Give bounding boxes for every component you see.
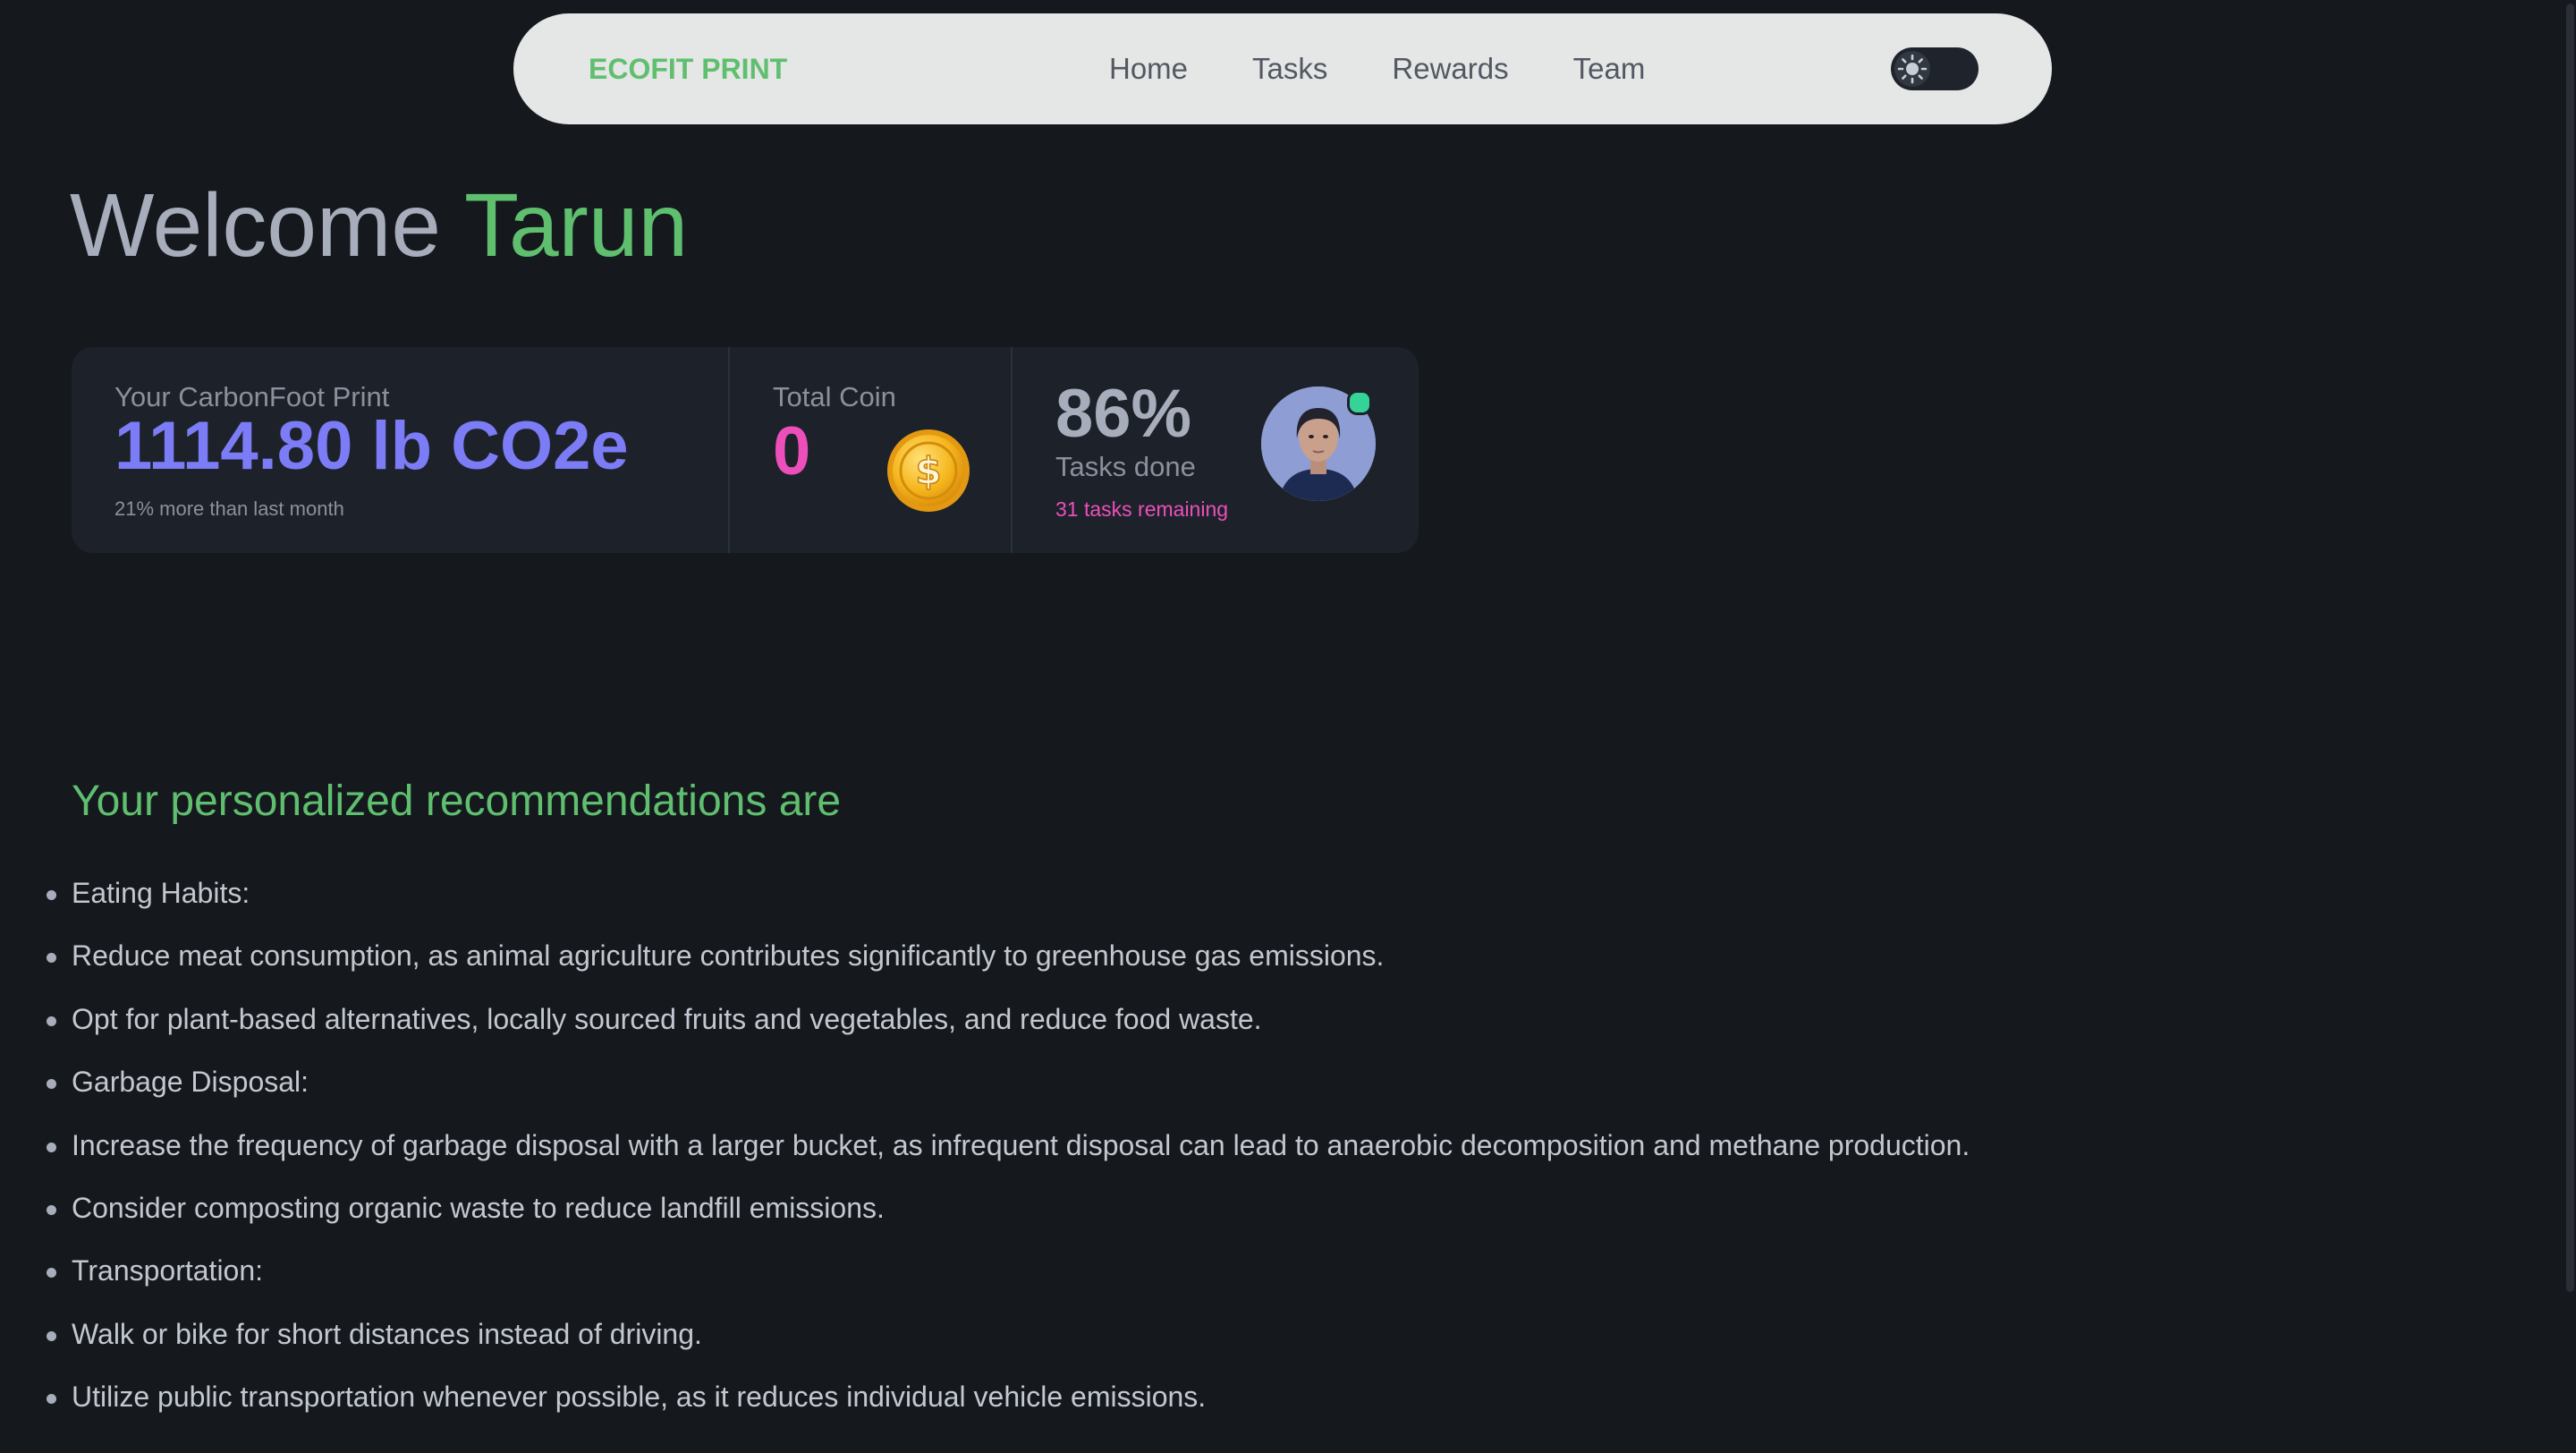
list-item: Transportation: [0,1236,1970,1299]
list-item: Garbage Disposal: [0,1048,1970,1110]
list-item: Walk or bike for short distances instead… [0,1300,1970,1363]
list-item: Eating Habits: [0,859,1970,922]
stats-panel: Your CarbonFoot Print 1114.80 lb CO2e 21… [72,347,1419,553]
nav-link-team[interactable]: Team [1541,13,1678,124]
tasks-remaining: 31 tasks remaining [1055,497,1229,521]
welcome-heading: Welcome Tarun [70,172,688,279]
stat-total-coin: Total Coin 0 $ [730,347,1013,553]
scrollbar-thumb[interactable] [2566,4,2574,1292]
sun-icon [1897,54,1928,84]
list-item: Reduce meat consumption, as animal agric… [0,922,1970,984]
welcome-prefix: Welcome [70,175,441,276]
welcome-username: Tarun [463,175,689,276]
theme-toggle[interactable] [1891,47,1979,90]
recommendations-list: Eating Habits: Reduce meat consumption, … [0,859,1970,1426]
brand-text[interactable]: ECOFIT PRINT [589,53,787,85]
recommendations-heading: Your personalized recommendations are [72,777,842,825]
nav-link-rewards[interactable]: Rewards [1360,13,1540,124]
svg-text:$: $ [915,449,941,493]
carbon-desc: 21% more than last month [114,497,344,520]
coin-value: 0 [773,413,811,489]
list-item: Increase the frequency of garbage dispos… [0,1111,1970,1174]
list-item: Utilize public transportation whenever p… [0,1363,1970,1425]
nav-link-tasks[interactable]: Tasks [1220,13,1360,124]
carbon-value: 1114.80 lb CO2e [114,408,629,484]
coin-title: Total Coin [773,381,896,412]
nav-links: Home Tasks Rewards Team [1077,13,1677,124]
avatar [1261,387,1376,501]
scrollbar[interactable] [2563,0,2576,1453]
list-item: Opt for plant-based alternatives, locall… [0,985,1970,1048]
tasks-title: Tasks done [1055,451,1196,482]
online-status-dot [1347,390,1372,415]
stat-carbon-footprint: Your CarbonFoot Print 1114.80 lb CO2e 21… [72,347,730,553]
navbar: ECOFIT PRINT Home Tasks Rewards Team [513,13,2052,124]
theme-toggle-knob[interactable] [1894,51,1930,87]
coin-icon: $ [887,429,970,512]
tasks-percent: 86% [1055,376,1192,452]
brand-logo[interactable]: ECOFIT PRINT [589,13,787,124]
stat-tasks: 86% Tasks done 31 tasks remaining [1013,347,1419,553]
dashboard-page: ECOFIT PRINT Home Tasks Rewards Team Wel… [0,0,2576,1453]
list-item: Consider composting organic waste to red… [0,1174,1970,1236]
nav-link-home[interactable]: Home [1077,13,1220,124]
